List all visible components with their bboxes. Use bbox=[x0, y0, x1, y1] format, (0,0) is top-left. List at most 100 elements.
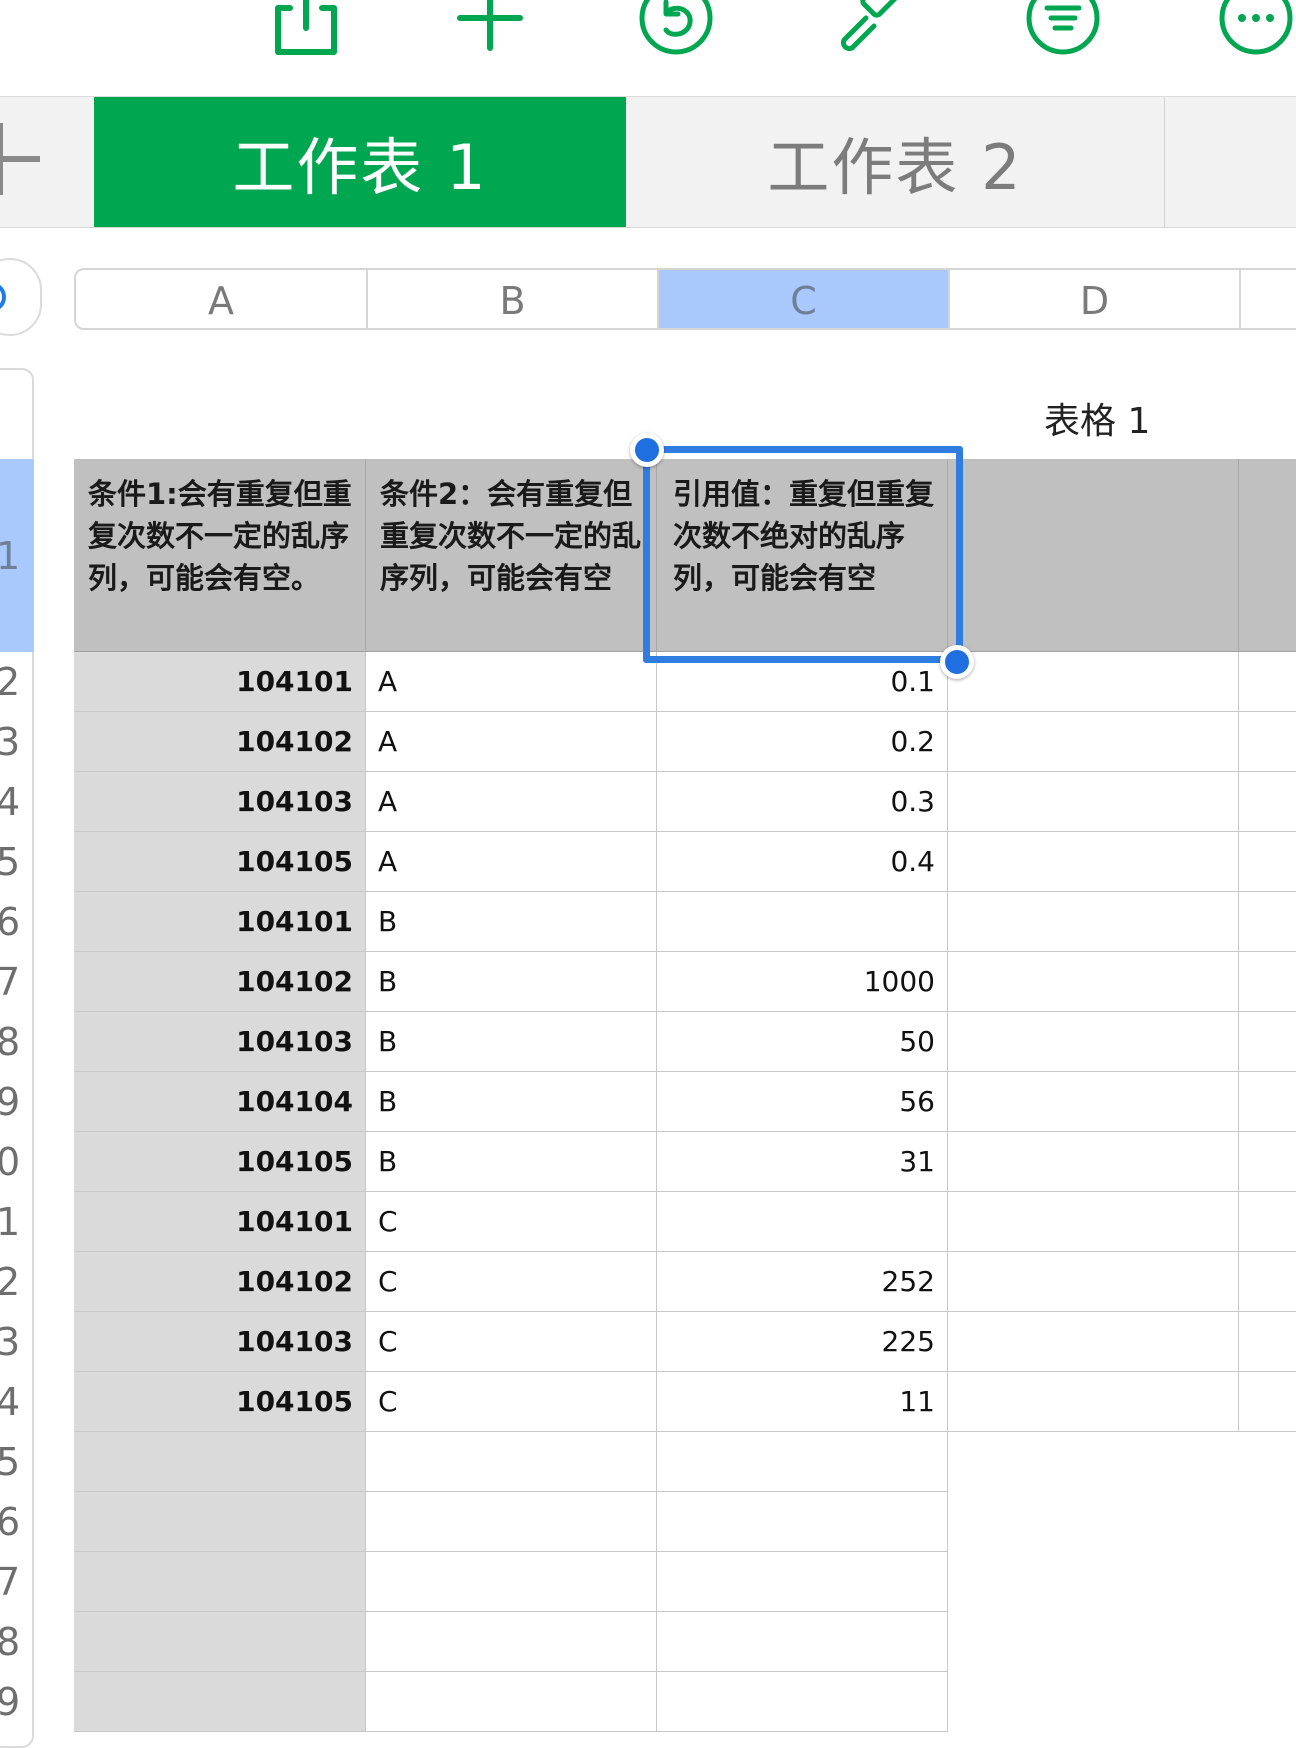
more-icon[interactable] bbox=[1216, 0, 1296, 58]
cell-e[interactable] bbox=[1239, 1072, 1296, 1132]
row-header[interactable]: 9 bbox=[0, 1672, 34, 1732]
back-icon[interactable] bbox=[0, 0, 12, 46]
column-header-b[interactable]: B bbox=[368, 270, 659, 328]
cell-e[interactable] bbox=[1239, 1372, 1296, 1432]
cell-c[interactable] bbox=[657, 1612, 948, 1672]
cell-d[interactable] bbox=[948, 1612, 1239, 1672]
select-all-button[interactable] bbox=[0, 258, 42, 336]
header-cell-b[interactable]: 条件2：会有重复但重复次数不一定的乱序列，可能会有空 bbox=[366, 459, 657, 652]
cell-e[interactable] bbox=[1239, 1012, 1296, 1072]
row-header[interactable]: 3 bbox=[0, 712, 34, 772]
cell-b[interactable] bbox=[366, 1552, 657, 1612]
cell-a[interactable]: 104105 bbox=[74, 832, 366, 892]
row-header[interactable]: 4 bbox=[0, 772, 34, 832]
cell-b[interactable]: B bbox=[366, 1072, 657, 1132]
cell-d[interactable] bbox=[948, 1252, 1239, 1312]
undo-icon[interactable] bbox=[636, 0, 716, 58]
cell-d[interactable] bbox=[948, 1672, 1239, 1732]
cell-d[interactable] bbox=[948, 1372, 1239, 1432]
cell-b[interactable]: B bbox=[366, 1132, 657, 1192]
cell-c[interactable] bbox=[657, 1552, 948, 1612]
cell-b[interactable] bbox=[366, 1432, 657, 1492]
cell-d[interactable] bbox=[948, 712, 1239, 772]
cell-b[interactable]: B bbox=[366, 892, 657, 952]
share-icon[interactable] bbox=[266, 0, 346, 58]
cell-d[interactable] bbox=[948, 1432, 1239, 1492]
cell-d[interactable] bbox=[948, 1492, 1239, 1552]
cell-e[interactable] bbox=[1239, 1252, 1296, 1312]
cell-a[interactable]: 104101 bbox=[74, 892, 366, 952]
header-cell-a[interactable]: 条件1:会有重复但重复次数不一定的乱序列，可能会有空。 bbox=[74, 459, 366, 652]
column-header-c[interactable]: C bbox=[659, 270, 950, 328]
cell-b[interactable] bbox=[366, 1612, 657, 1672]
cell-d[interactable] bbox=[948, 1312, 1239, 1372]
cell-c[interactable] bbox=[657, 1672, 948, 1732]
table-title[interactable]: 表格 1 bbox=[1044, 392, 1150, 444]
cell-b[interactable]: C bbox=[366, 1192, 657, 1252]
cell-b[interactable]: A bbox=[366, 652, 657, 712]
cell-a[interactable] bbox=[74, 1492, 366, 1552]
cell-c[interactable]: 31 bbox=[657, 1132, 948, 1192]
cell-a[interactable]: 104104 bbox=[74, 1072, 366, 1132]
cell-a[interactable]: 104103 bbox=[74, 1312, 366, 1372]
cell-e[interactable] bbox=[1239, 1612, 1296, 1672]
cell-c[interactable]: 56 bbox=[657, 1072, 948, 1132]
cell-e[interactable] bbox=[1239, 892, 1296, 952]
cell-e[interactable] bbox=[1239, 772, 1296, 832]
cell-c[interactable]: 0.4 bbox=[657, 832, 948, 892]
cell-b[interactable]: A bbox=[366, 772, 657, 832]
row-header[interactable]: 1 bbox=[0, 1192, 34, 1252]
cell-a[interactable]: 104101 bbox=[74, 652, 366, 712]
cell-a[interactable]: 104105 bbox=[74, 1132, 366, 1192]
cell-b[interactable]: C bbox=[366, 1312, 657, 1372]
cell-e[interactable] bbox=[1239, 952, 1296, 1012]
row-header[interactable]: 8 bbox=[0, 1612, 34, 1672]
cell-b[interactable]: B bbox=[366, 1012, 657, 1072]
cell-a[interactable]: 104101 bbox=[74, 1192, 366, 1252]
cell-b[interactable] bbox=[366, 1492, 657, 1552]
cell-e[interactable] bbox=[1239, 1492, 1296, 1552]
cell-d[interactable] bbox=[948, 832, 1239, 892]
row-header[interactable]: 6 bbox=[0, 892, 34, 952]
cell-e[interactable] bbox=[1239, 712, 1296, 772]
cell-e[interactable] bbox=[1239, 832, 1296, 892]
cell-a[interactable]: 104102 bbox=[74, 1252, 366, 1312]
cell-b[interactable]: C bbox=[366, 1252, 657, 1312]
cell-c[interactable]: 11 bbox=[657, 1372, 948, 1432]
cell-d[interactable] bbox=[948, 1552, 1239, 1612]
cell-d[interactable] bbox=[948, 892, 1239, 952]
cell-d[interactable] bbox=[948, 652, 1239, 712]
cell-c[interactable] bbox=[657, 892, 948, 952]
cell-a[interactable]: 104103 bbox=[74, 1012, 366, 1072]
cell-a[interactable]: 104102 bbox=[74, 712, 366, 772]
cell-e[interactable] bbox=[1239, 1312, 1296, 1372]
cell-b[interactable]: A bbox=[366, 832, 657, 892]
row-header[interactable]: 2 bbox=[0, 652, 34, 712]
row-header[interactable]: 5 bbox=[0, 832, 34, 892]
brush-icon[interactable] bbox=[826, 0, 906, 58]
cell-d[interactable] bbox=[948, 772, 1239, 832]
add-icon[interactable] bbox=[450, 0, 530, 58]
format-icon[interactable] bbox=[1023, 0, 1103, 58]
cell-e[interactable] bbox=[1239, 652, 1296, 712]
row-header[interactable]: 0 bbox=[0, 1132, 34, 1192]
row-header[interactable]: 6 bbox=[0, 1492, 34, 1552]
cell-a[interactable] bbox=[74, 1432, 366, 1492]
row-header[interactable]: 1 bbox=[0, 459, 34, 652]
row-header[interactable]: 5 bbox=[0, 1432, 34, 1492]
row-header[interactable]: 2 bbox=[0, 1252, 34, 1312]
column-header-a[interactable]: A bbox=[76, 270, 368, 328]
selection-handle-bottom[interactable] bbox=[940, 645, 974, 679]
cell-d[interactable] bbox=[948, 952, 1239, 1012]
cell-b[interactable]: C bbox=[366, 1372, 657, 1432]
cell-a[interactable] bbox=[74, 1672, 366, 1732]
column-header-e[interactable] bbox=[1241, 270, 1296, 328]
row-header[interactable]: 7 bbox=[0, 952, 34, 1012]
selection-handle-top[interactable] bbox=[630, 433, 664, 467]
header-cell-d[interactable] bbox=[948, 459, 1239, 652]
cell-c[interactable] bbox=[657, 1492, 948, 1552]
cell-a[interactable]: 104102 bbox=[74, 952, 366, 1012]
cell-b[interactable]: A bbox=[366, 712, 657, 772]
cell-c[interactable]: 0.2 bbox=[657, 712, 948, 772]
cell-c[interactable]: 0.3 bbox=[657, 772, 948, 832]
